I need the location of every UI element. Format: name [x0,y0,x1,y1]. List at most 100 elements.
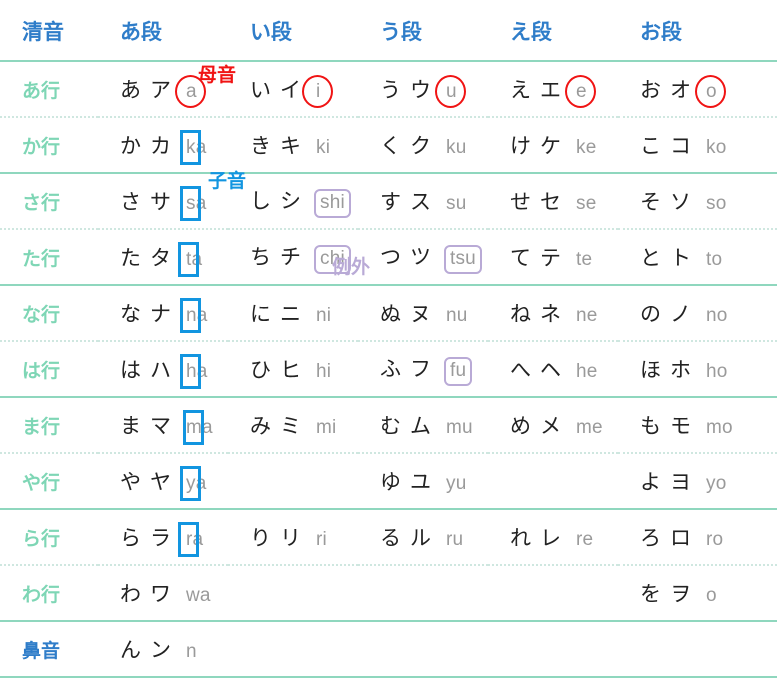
kana-cell: いイi [228,61,358,118]
katakana-glyph: オ [670,78,691,102]
vowel-remainder: a [202,417,213,438]
hiragana-glyph: か [120,134,141,158]
katakana-glyph: セ [540,190,561,214]
hiragana-glyph: て [510,246,531,270]
kana-cell: てテ te [488,229,618,286]
vowel-remainder: a [195,473,207,494]
hiragana-glyph: ま [120,414,141,438]
katakana-glyph: ツ [410,244,431,269]
katakana-glyph: ヒ [280,358,301,382]
hiragana-glyph: よ [640,470,661,494]
romaji-text-consonant-boxed: ya [180,466,207,501]
kana-cell-inner: いイi [250,74,336,108]
kana-cell-inner: せセ se [510,186,596,216]
katakana-glyph: メ [540,414,561,438]
kana-cell: ぬヌ nu [358,285,488,342]
katakana-glyph: ワ [150,582,171,606]
kana-cell-inner: ろロ ro [640,522,723,552]
kana-cell-inner: とト to [640,242,722,272]
kana-cell-inner: へヘ he [510,354,598,384]
vowel-remainder: a [196,305,208,326]
hiragana-glyph: ふ [380,356,401,381]
hiragana-glyph: へ [510,358,531,382]
kana-cell-inner: なナ na [120,298,208,333]
romaji-text: o [706,585,717,606]
table-header: 清音 あ段 い段 う段 え段 お段 [0,0,777,62]
romaji-text-consonant-boxed: ra [178,522,203,557]
kana-cell: るル ru [358,509,488,566]
katakana-glyph: レ [540,526,561,550]
hiragana-glyph: や [120,470,141,494]
kana-cell-inner: きキ ki [250,130,330,160]
hiragana-glyph: あ [120,78,141,102]
kana-cell [488,621,618,678]
katakana-glyph: ロ [670,526,691,550]
kana-cell [488,453,618,510]
romaji-text: wa [186,585,211,606]
kana-cell-inner: やヤ ya [120,466,207,501]
romaji-text: me [576,417,603,438]
katakana-glyph: エ [540,78,561,102]
romaji-text: so [706,193,727,214]
vowel-remainder: a [195,193,207,214]
row-label: わ行 [0,565,98,622]
kana-cell-inner: まマ ma [120,410,213,445]
romaji-text: ke [576,137,597,158]
hiragana-glyph: き [250,134,271,158]
table-row: か行かカ ka きキ ki くク ku けケ ke こコ ko [0,117,777,174]
katakana-glyph: ン [150,638,171,662]
hiragana-glyph: ね [510,302,531,326]
katakana-glyph: フ [410,356,431,381]
kana-cell-inner: はハ ha [120,354,208,389]
table-row: さ行さサ sa しシ shi すス su せセ se そソ so [0,173,777,230]
romaji-text: yu [446,473,467,494]
kana-cell-inner: りリ ri [250,522,327,552]
romaji-text-vowel-circled: a [175,75,206,108]
hiragana-glyph: ん [120,638,141,662]
romaji-text-exception-boxed: chi [314,244,351,274]
consonant-highlight: m [183,410,205,445]
katakana-glyph: イ [280,78,301,102]
kana-cell: おオo [618,61,777,118]
kana-cell-inner: すス su [380,186,466,216]
katakana-glyph: ネ [540,302,561,326]
romaji-text: su [446,193,467,214]
hiragana-glyph: え [510,78,531,102]
kana-chart-sheet: 清音 あ段 い段 う段 え段 お段 あ行あア a いイ i うウ u えエ e おオ o か行かカ k… [0,0,777,678]
kana-cell: ねネ ne [488,285,618,342]
header-cell-u-dan: う段 [358,0,488,62]
kana-cell: をヲo [618,565,777,622]
kana-cell-inner: もモ mo [640,410,733,440]
vowel-remainder: a [195,137,207,158]
kana-cell: かカ ka [98,117,228,174]
katakana-glyph: ウ [410,78,431,102]
hiragana-glyph: せ [510,190,531,214]
table-row: わ行わワ wa をヲ o [0,565,777,622]
table-row: ら行らラ ra りリ ri るル ru れレ re ろロ ro [0,509,777,566]
romaji-text-consonant-boxed: na [180,298,208,333]
kana-cell-inner: けケ ke [510,130,596,160]
consonant-highlight: n [180,298,202,333]
kana-cell: うウu [358,61,488,118]
romaji-text: nu [446,305,468,326]
katakana-glyph: モ [670,414,691,438]
katakana-glyph: ヌ [410,302,431,326]
katakana-glyph: ニ [280,302,301,326]
katakana-glyph: テ [540,246,561,270]
katakana-glyph: ソ [670,190,691,214]
romaji-text-vowel-circled: e [565,75,596,108]
kana-cell: れレ re [488,509,618,566]
katakana-glyph: シ [280,188,301,213]
kana-cell-inner: んンn [120,634,197,664]
kana-cell-inner: ほホ ho [640,354,728,384]
kana-cell: ろロ ro [618,509,777,566]
hiragana-glyph: つ [380,244,401,269]
hiragana-glyph: た [120,246,141,270]
katakana-glyph: リ [280,526,301,550]
row-label: さ行 [0,173,98,230]
kana-cell: けケ ke [488,117,618,174]
kana-cell-inner: ふフ fu [380,353,473,386]
romaji-text: ru [446,529,464,550]
header-cell-e-dan: え段 [488,0,618,62]
hiragana-glyph: れ [510,526,531,550]
